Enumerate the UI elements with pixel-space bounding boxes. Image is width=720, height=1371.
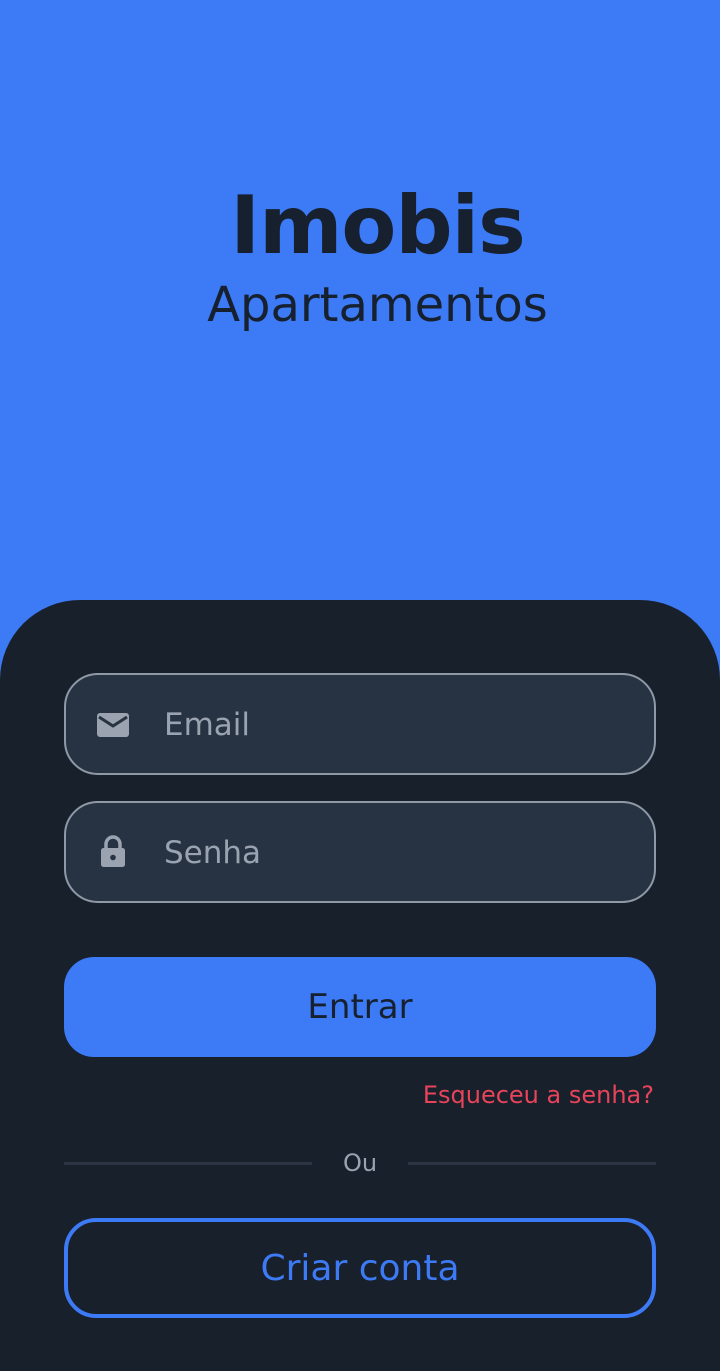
divider-line-left (64, 1162, 312, 1165)
hero-section: Imobis Apartamentos (0, 0, 720, 640)
app-subtitle: Apartamentos (207, 277, 548, 333)
divider-label: Ou (342, 1149, 378, 1177)
create-account-button[interactable]: Criar conta (64, 1218, 656, 1318)
email-field[interactable] (64, 673, 656, 775)
app-title: Imobis (230, 179, 525, 272)
email-input[interactable] (162, 675, 636, 775)
divider-line-right (408, 1162, 656, 1165)
mail-icon (96, 710, 130, 740)
forgot-password-link[interactable]: Esqueceu a senha? (423, 1081, 654, 1109)
password-input[interactable] (162, 803, 636, 903)
lock-icon (96, 835, 130, 868)
login-panel: Entrar Esqueceu a senha? Ou Criar conta (0, 600, 720, 1371)
password-field[interactable] (64, 801, 656, 903)
login-button[interactable]: Entrar (64, 957, 656, 1057)
